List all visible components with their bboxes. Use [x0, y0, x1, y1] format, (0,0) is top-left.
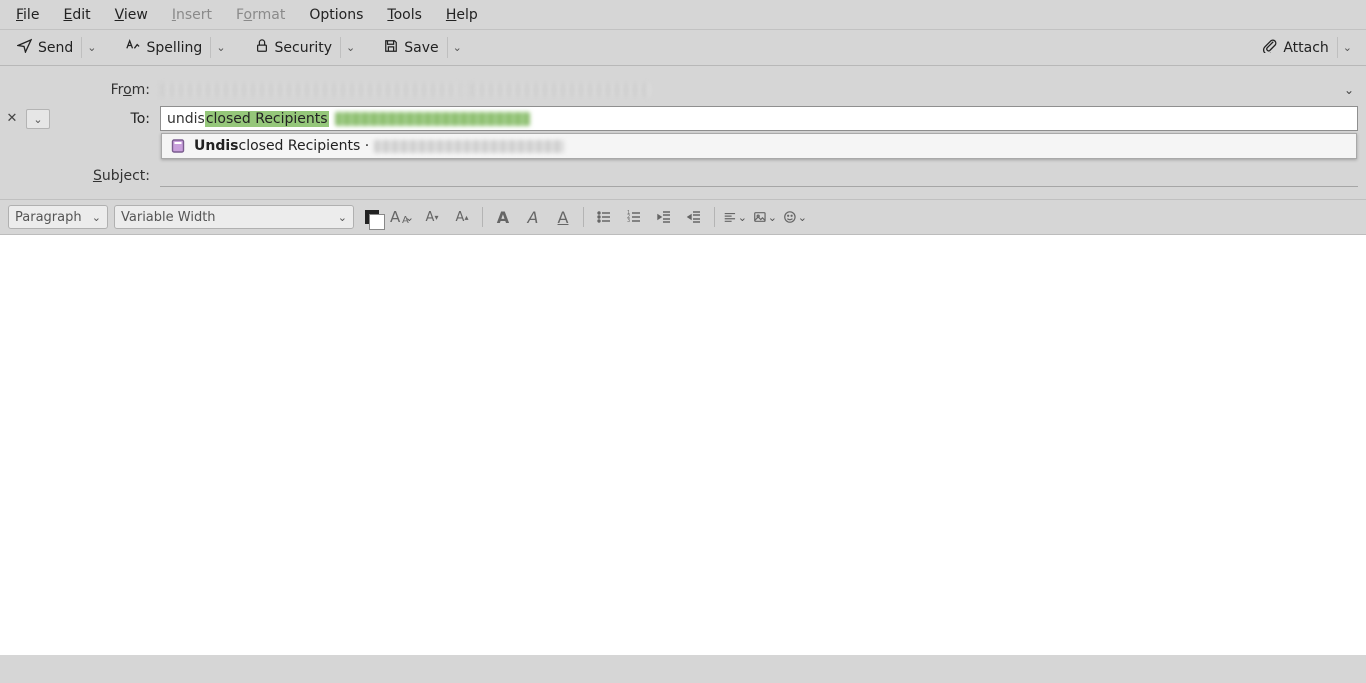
lock-icon — [255, 39, 269, 57]
attach-button[interactable]: Attach — [1254, 34, 1336, 61]
message-body-editor[interactable] — [0, 235, 1366, 655]
menu-options[interactable]: Options — [297, 3, 375, 27]
bold-button[interactable]: A — [491, 205, 515, 229]
menu-edit[interactable]: Edit — [51, 3, 102, 27]
main-toolbar: Send ⌄ Spelling ⌄ Security ⌄ Save ⌄ Atta… — [0, 30, 1366, 66]
menu-view[interactable]: View — [103, 3, 160, 27]
menu-format: Format — [224, 3, 297, 27]
increase-font-button[interactable]: A▴ — [450, 205, 474, 229]
font-family-select[interactable]: Variable Width⌄ — [114, 205, 354, 229]
remove-recipient-button[interactable]: ✕ — [0, 111, 24, 126]
redacted-text — [335, 112, 530, 126]
formatting-toolbar: Paragraph⌄ Variable Width⌄ AA⌄ A▾ A▴ A A… — [0, 199, 1366, 235]
autocomplete-text: Undisclosed Recipients · — [194, 138, 564, 154]
autocomplete-item[interactable]: Undisclosed Recipients · — [162, 134, 1356, 158]
svg-text:3: 3 — [627, 218, 630, 224]
menu-tools[interactable]: Tools — [375, 3, 434, 27]
save-button[interactable]: Save — [376, 35, 446, 61]
address-book-icon — [170, 138, 186, 154]
redacted-text — [374, 140, 564, 153]
underline-button[interactable]: A — [551, 205, 575, 229]
send-dropdown[interactable]: ⌄ — [81, 37, 101, 58]
align-menu[interactable]: ⌄ — [723, 205, 747, 229]
save-dropdown[interactable]: ⌄ — [447, 37, 467, 58]
save-icon — [384, 39, 398, 57]
menu-file[interactable]: File — [4, 3, 51, 27]
emoji-button[interactable]: ⌄ — [783, 205, 807, 229]
to-address-input[interactable]: undisclosed Recipients Undisclosed Recip… — [160, 106, 1358, 131]
send-icon — [17, 38, 32, 57]
spelling-icon — [125, 38, 140, 57]
spelling-dropdown[interactable]: ⌄ — [210, 37, 230, 58]
recipient-type-dropdown[interactable]: ⌄ — [26, 109, 50, 129]
insert-image-button[interactable]: ⌄ — [753, 205, 777, 229]
from-identity-picker[interactable]: ⌄ — [160, 83, 1358, 97]
subject-label: Subject: — [0, 168, 160, 184]
status-bar — [0, 655, 1366, 681]
paragraph-style-select[interactable]: Paragraph⌄ — [8, 205, 108, 229]
italic-button[interactable]: A — [521, 205, 545, 229]
subject-input[interactable] — [160, 165, 1358, 187]
compose-headers: From: ⌄ ✕ ⌄ To: undisclosed Recipients — [0, 66, 1366, 189]
outdent-button[interactable] — [652, 205, 676, 229]
numbered-list-button[interactable]: 123 — [622, 205, 646, 229]
bullet-list-button[interactable] — [592, 205, 616, 229]
font-size-menu[interactable]: AA⌄ — [390, 205, 414, 229]
to-label: To: — [50, 111, 160, 127]
security-dropdown[interactable]: ⌄ — [340, 37, 360, 58]
menu-help[interactable]: Help — [434, 3, 490, 27]
redacted-text — [160, 83, 460, 97]
paperclip-icon — [1262, 38, 1277, 57]
to-autocomplete-selection: closed Recipients — [205, 111, 329, 127]
decrease-font-button[interactable]: A▾ — [420, 205, 444, 229]
text-color-button[interactable] — [360, 205, 384, 229]
to-typed-text: undis — [167, 111, 205, 127]
spelling-button[interactable]: Spelling — [117, 34, 210, 61]
menu-insert: Insert — [160, 3, 224, 27]
chevron-down-icon[interactable]: ⌄ — [1344, 83, 1358, 97]
autocomplete-dropdown: Undisclosed Recipients · — [161, 133, 1357, 159]
send-button[interactable]: Send — [9, 34, 81, 61]
redacted-text — [470, 83, 650, 97]
menu-bar: File Edit View Insert Format Options Too… — [0, 0, 1366, 30]
from-label: From: — [0, 82, 160, 98]
security-button[interactable]: Security — [247, 35, 341, 61]
indent-button[interactable] — [682, 205, 706, 229]
attach-dropdown[interactable]: ⌄ — [1337, 37, 1357, 58]
